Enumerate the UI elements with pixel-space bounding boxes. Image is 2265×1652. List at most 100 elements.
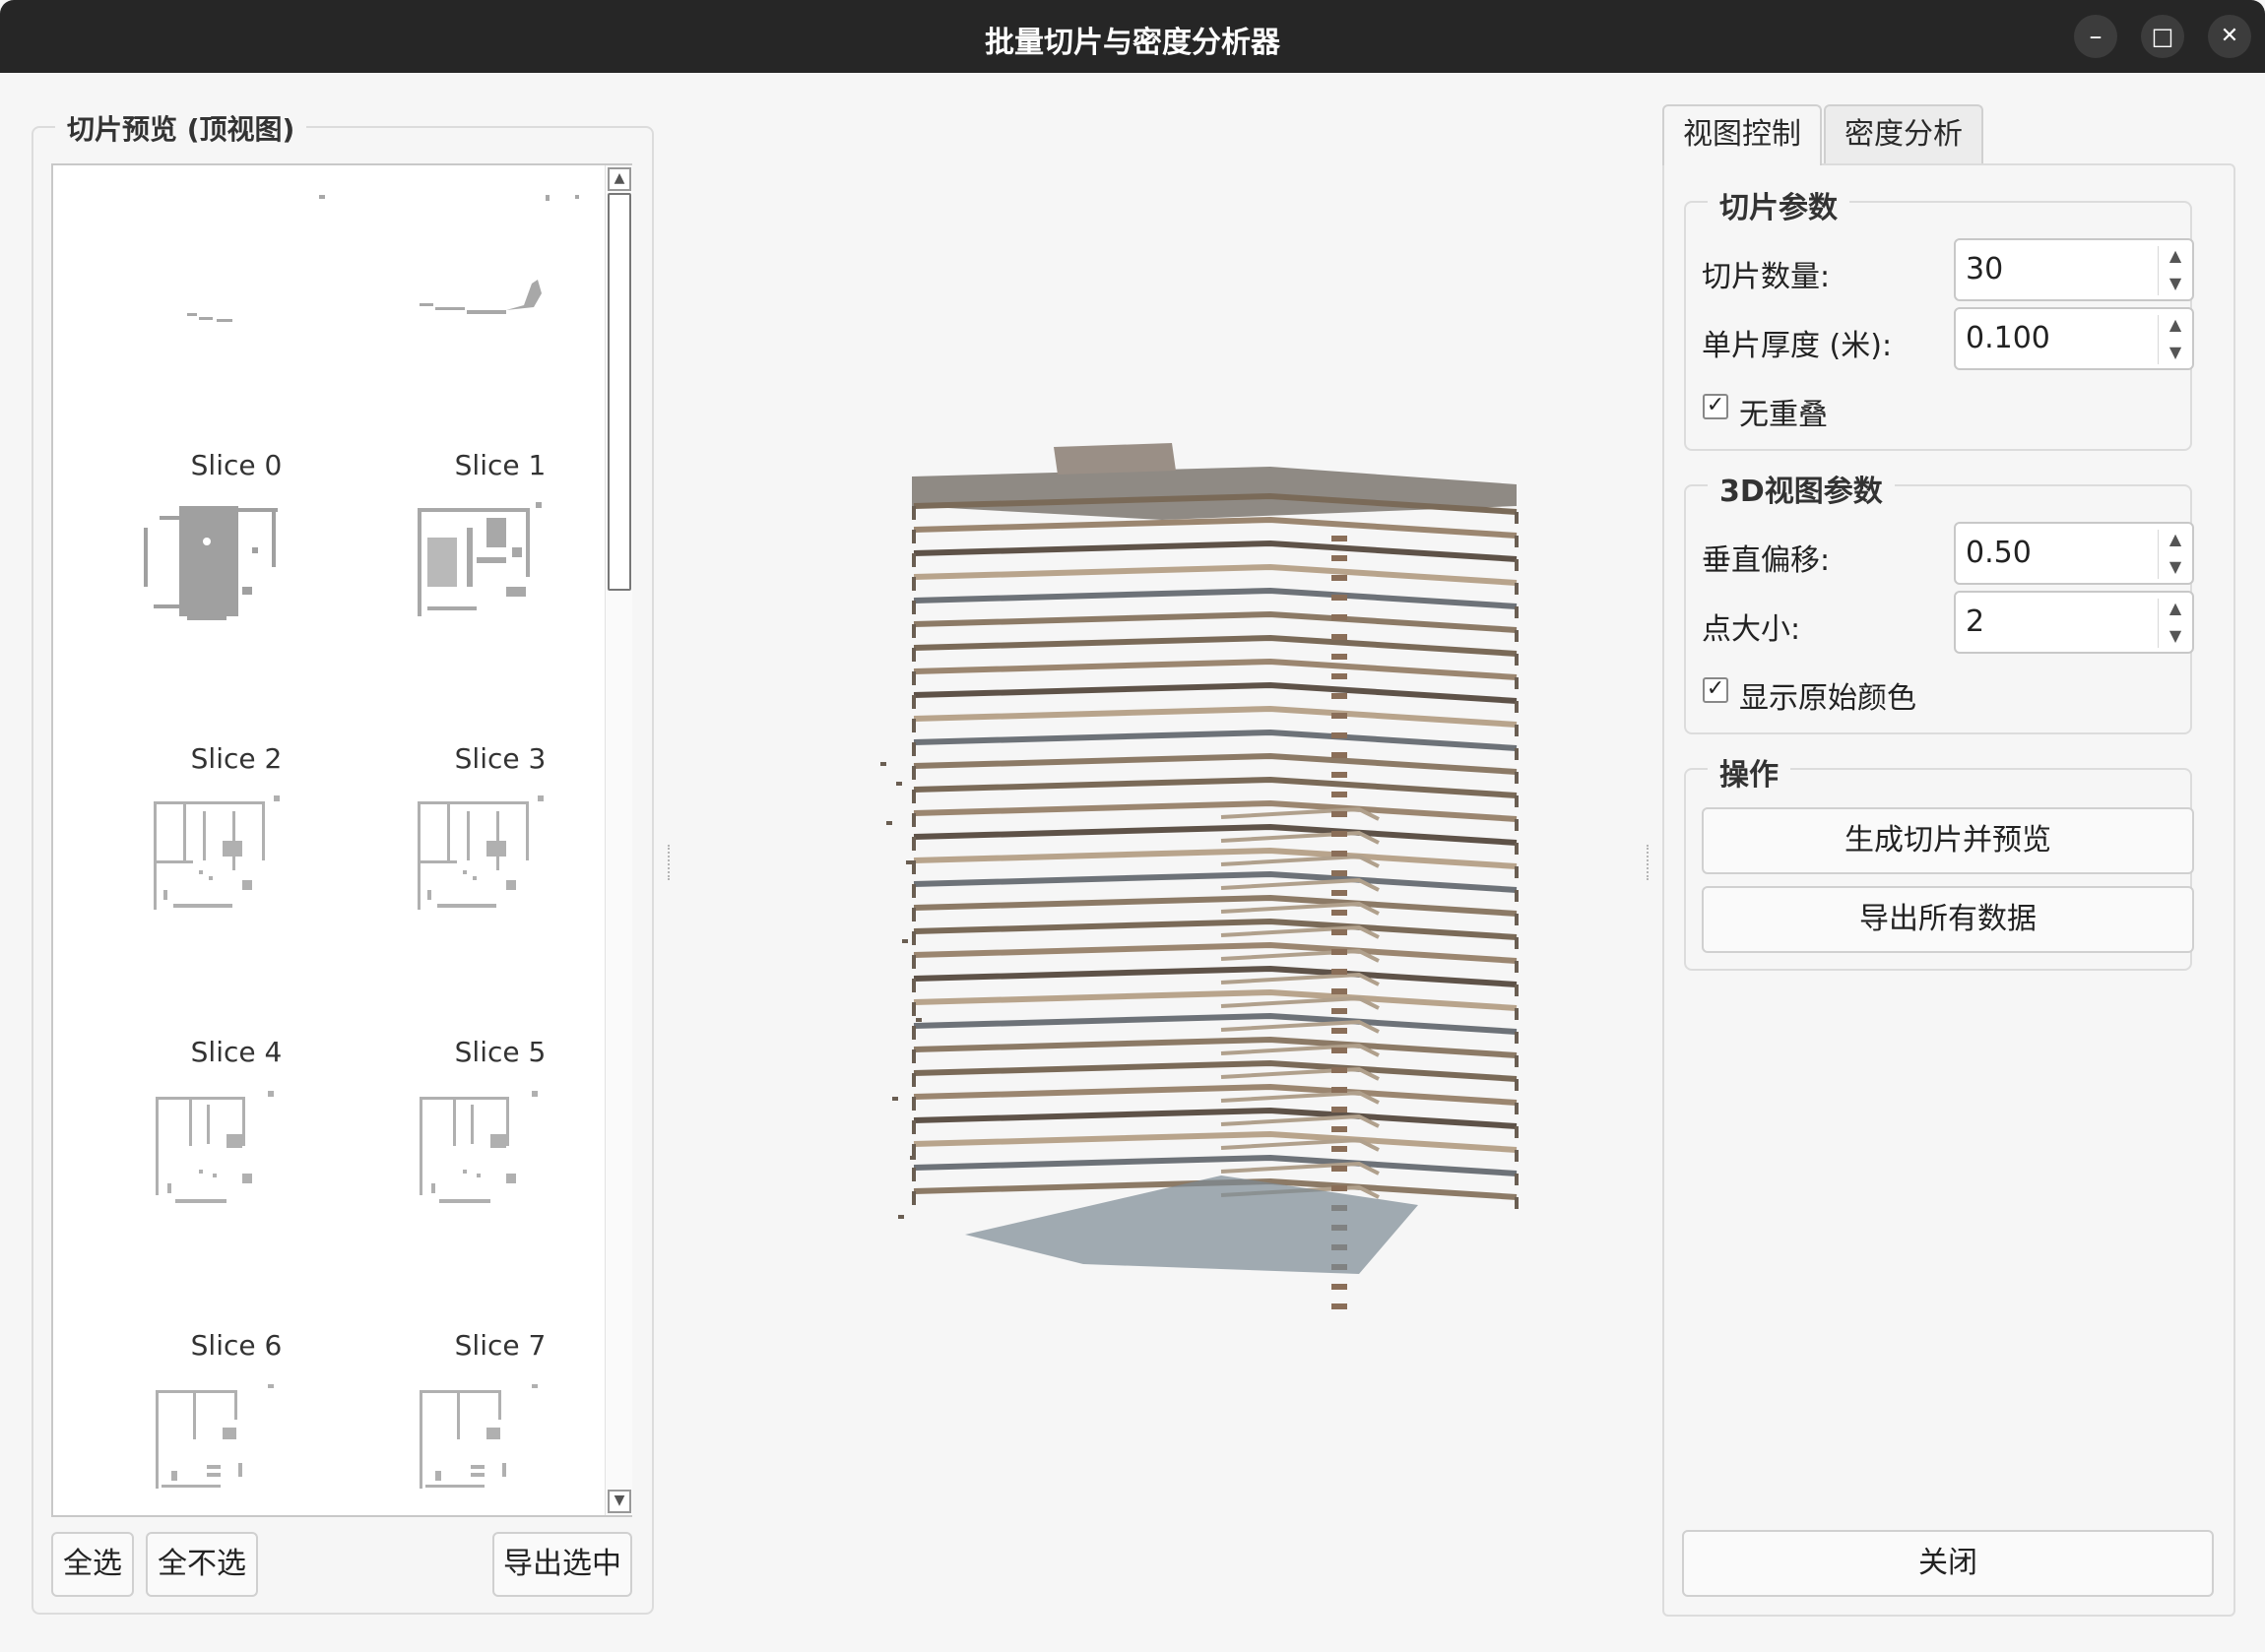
slice-layer — [913, 705, 1518, 728]
slice-item[interactable]: Slice 6 — [104, 1075, 368, 1368]
no-overlap-checkbox[interactable]: ✓ — [1703, 394, 1728, 419]
slice-layer — [913, 752, 1518, 775]
column-point — [1331, 595, 1347, 601]
column-point — [1331, 988, 1347, 994]
point-size-spinbox[interactable]: 2 ▲ ▼ — [1954, 591, 2194, 654]
slice-layer-inner — [1220, 972, 1380, 986]
slice-item[interactable]: Slice 1 — [368, 195, 630, 488]
tab-density-analysis[interactable]: 密度分析 — [1824, 104, 1983, 165]
column-point — [1331, 634, 1347, 640]
column-point — [1331, 870, 1347, 876]
slice-item[interactable] — [368, 1368, 630, 1515]
spin-up-icon[interactable]: ▲ — [2163, 311, 2188, 339]
no-overlap-label[interactable]: 无重叠 — [1739, 390, 1828, 433]
column-point — [1331, 890, 1347, 896]
slice-layer — [913, 988, 1518, 1011]
slice-thickness-value: 0.100 — [1966, 321, 2050, 355]
column-point — [1331, 1048, 1347, 1053]
slice-item[interactable]: Slice 7 — [368, 1075, 630, 1368]
noise-point — [892, 1097, 898, 1101]
slice-preview-list[interactable]: Slice 0 Slice 1 Slice 2 Slice 3 Slice 4 … — [51, 163, 632, 1517]
noise-point — [896, 782, 902, 786]
show-color-checkbox[interactable]: ✓ — [1703, 677, 1728, 703]
slice-layer-inner — [1220, 924, 1380, 939]
scrollbar-thumb[interactable] — [608, 193, 631, 591]
export-all-button[interactable]: 导出所有数据 — [1702, 886, 2194, 953]
slice-layer — [913, 918, 1518, 940]
top-slab-block — [1054, 443, 1176, 475]
column-point — [1331, 693, 1347, 699]
close-button[interactable]: 关闭 — [1682, 1530, 2214, 1597]
slice-count-spinbox[interactable]: 30 ▲ ▼ — [1954, 238, 2194, 301]
slice-item[interactable]: Slice 5 — [368, 782, 630, 1075]
slice-item[interactable]: Slice 2 — [104, 488, 368, 782]
point-size-label: 点大小: — [1702, 612, 1801, 647]
tab-view-control[interactable]: 视图控制 — [1662, 104, 1822, 165]
slice-layer — [913, 1107, 1518, 1129]
column-point — [1331, 772, 1347, 778]
spin-up-icon[interactable]: ▲ — [2163, 595, 2188, 622]
slice-layer-inner — [1220, 830, 1380, 845]
noise-point — [916, 1018, 922, 1022]
slice-layer — [913, 894, 1518, 917]
slice-thumbnail — [144, 506, 278, 620]
slice-thumbnail — [420, 1091, 538, 1203]
maximize-icon[interactable]: □ — [2141, 15, 2184, 58]
close-icon[interactable]: ✕ — [2208, 15, 2251, 58]
slice-item[interactable]: Slice 0 — [104, 195, 368, 488]
slice-layer-inner — [1220, 854, 1380, 868]
slice-thumbnail — [187, 195, 325, 322]
spin-down-icon[interactable]: ▼ — [2163, 339, 2188, 366]
slice-layer-inner — [1220, 1090, 1380, 1105]
column-point — [1331, 555, 1347, 561]
column-point — [1331, 1087, 1347, 1093]
show-color-label[interactable]: 显示原始颜色 — [1739, 673, 1916, 717]
spin-down-icon[interactable]: ▼ — [2163, 622, 2188, 650]
view3d-params-title: 3D视图参数 — [1708, 467, 1895, 510]
noise-point — [880, 762, 886, 766]
spin-separator — [2158, 246, 2159, 295]
spin-up-icon[interactable]: ▲ — [2163, 526, 2188, 553]
export-selected-button[interactable]: 导出选中 — [492, 1532, 632, 1597]
generate-slices-button[interactable]: 生成切片并预览 — [1702, 807, 2194, 874]
slice-thickness-label: 单片厚度 (米): — [1702, 329, 1893, 363]
slice-layer — [913, 516, 1518, 539]
slice-layer — [913, 610, 1518, 633]
select-none-button[interactable]: 全不选 — [146, 1532, 258, 1597]
vertical-offset-spinbox[interactable]: 0.50 ▲ ▼ — [1954, 522, 2194, 585]
spin-down-icon[interactable]: ▼ — [2163, 270, 2188, 297]
slice-layer — [913, 563, 1518, 586]
scroll-up-icon[interactable]: ▲ — [608, 167, 631, 191]
slice-layer — [913, 776, 1518, 798]
slice-layer — [913, 587, 1518, 609]
column-point — [1331, 949, 1347, 955]
slice-item[interactable]: Slice 3 — [368, 488, 630, 782]
spin-up-icon[interactable]: ▲ — [2163, 242, 2188, 270]
scroll-down-icon[interactable]: ▼ — [608, 1490, 631, 1513]
slice-layer — [913, 658, 1518, 680]
slice-count-value: 30 — [1966, 252, 2004, 286]
minimize-icon[interactable]: – — [2074, 15, 2117, 58]
slice-label: Slice 3 — [454, 742, 547, 775]
slice-count-label: 切片数量: — [1702, 260, 1831, 294]
column-point — [1331, 929, 1347, 935]
column-point — [1331, 1126, 1347, 1132]
slice-item[interactable] — [104, 1368, 368, 1515]
spin-down-icon[interactable]: ▼ — [2163, 553, 2188, 581]
slice-label: Slice 6 — [190, 1329, 283, 1362]
column-point — [1331, 1028, 1347, 1034]
3d-viewport[interactable] — [670, 73, 1654, 1648]
slice-layer-inner — [1220, 1113, 1380, 1128]
column-point — [1331, 1067, 1347, 1073]
slice-item[interactable]: Slice 4 — [104, 782, 368, 1075]
spin-separator — [2158, 315, 2159, 364]
slice-layer — [913, 941, 1518, 964]
slice-layer — [913, 540, 1518, 562]
slice-layer-inner — [1220, 1043, 1380, 1057]
slice-list-scrollbar[interactable]: ▲ ▼ — [605, 165, 632, 1515]
slice-thickness-spinbox[interactable]: 0.100 ▲ ▼ — [1954, 307, 2194, 370]
slice-label: Slice 7 — [454, 1329, 547, 1362]
slice-layer-inner — [1220, 1137, 1380, 1152]
slice-layer — [913, 1059, 1518, 1082]
select-all-button[interactable]: 全选 — [51, 1532, 134, 1597]
